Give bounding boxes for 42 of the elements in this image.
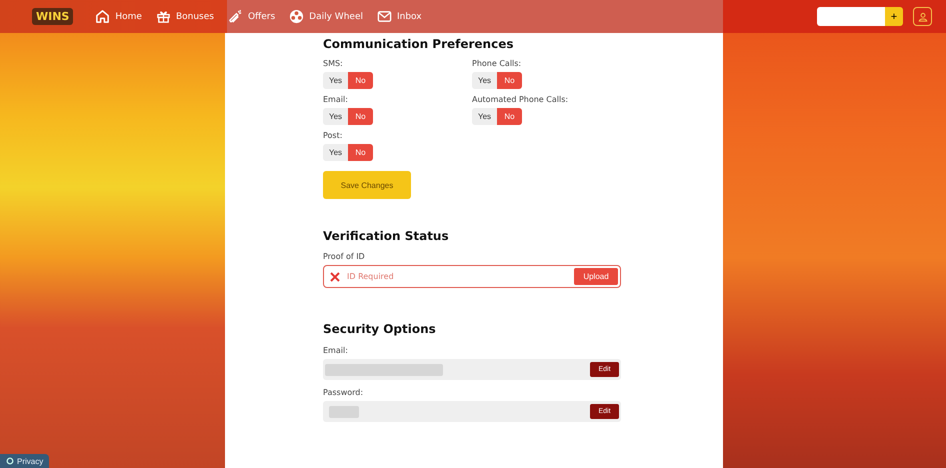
cross-icon xyxy=(330,272,340,282)
nav-link[interactable]: Offers xyxy=(228,9,276,24)
field-label: Password: xyxy=(323,388,364,397)
section-heading: Communication Preferences xyxy=(323,37,514,51)
add-button[interactable]: + xyxy=(885,7,903,26)
nav-link[interactable]: Bonuses xyxy=(156,9,214,24)
account-button[interactable] xyxy=(913,7,932,26)
toggle-option[interactable]: No xyxy=(348,72,373,89)
toggle-option[interactable]: No xyxy=(497,108,522,125)
field-label: Automated Phone Calls: xyxy=(472,95,570,104)
toggle-option[interactable]: Yes xyxy=(323,72,348,89)
field-label: Proof of ID xyxy=(323,252,366,261)
field-label: SMS: xyxy=(323,59,344,68)
toggle-option[interactable]: Yes xyxy=(472,108,497,125)
nav-link[interactable]: Home xyxy=(95,9,142,24)
field-label: Post: xyxy=(323,131,344,140)
field-label: Email: xyxy=(323,95,349,104)
toggle-option[interactable]: No xyxy=(348,108,373,125)
nav-link[interactable]: Daily Wheel xyxy=(289,9,363,24)
home-icon xyxy=(95,9,110,24)
nav-link[interactable]: Inbox xyxy=(376,9,422,24)
save-changes-button[interactable]: Save Changes xyxy=(323,171,411,199)
input-field[interactable] xyxy=(817,7,885,26)
toggle-option[interactable]: No xyxy=(348,144,373,161)
field-label: Email: xyxy=(323,346,349,355)
gift-icon xyxy=(156,9,171,24)
wheel-icon xyxy=(289,9,304,24)
field-label: Phone Calls: xyxy=(472,59,522,68)
logo[interactable]: WINS xyxy=(32,8,74,25)
user-icon xyxy=(918,12,928,22)
toggle-option[interactable]: Yes xyxy=(323,108,348,125)
toggle-option[interactable]: No xyxy=(497,72,522,89)
mail-icon xyxy=(376,9,392,24)
toggle-option[interactable]: Yes xyxy=(323,144,348,161)
privacy-button[interactable]: Privacy xyxy=(0,454,50,468)
upload-button[interactable]: Upload xyxy=(574,268,618,285)
section-heading: Security Options xyxy=(323,322,437,336)
toggle-option[interactable]: Yes xyxy=(472,72,497,89)
firecracker-icon xyxy=(228,9,243,24)
section-heading: Verification Status xyxy=(323,229,450,243)
redacted-value xyxy=(329,406,359,418)
status-text: ID Required xyxy=(347,272,394,281)
